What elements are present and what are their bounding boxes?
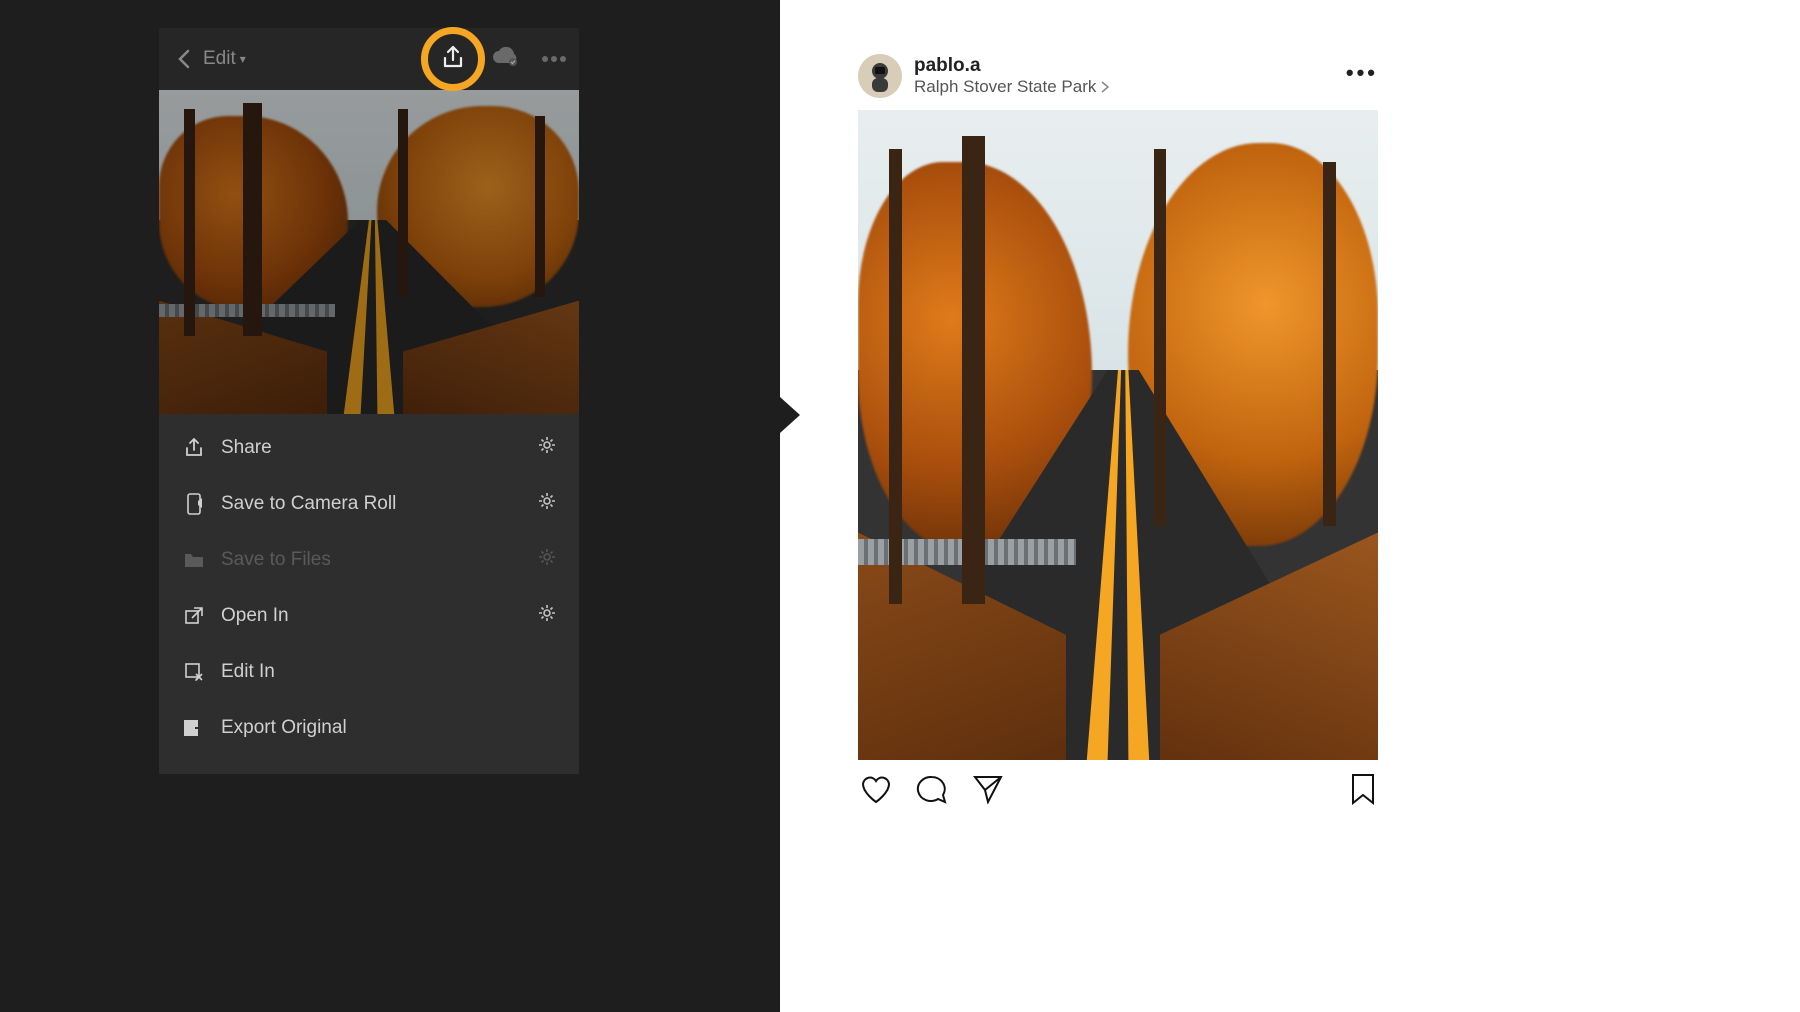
app-header: Edit ▾ (159, 28, 579, 90)
export-icon (181, 719, 207, 737)
like-icon[interactable] (860, 774, 892, 809)
bookmark-icon[interactable] (1350, 773, 1376, 810)
menu-item-label: Open In (221, 605, 289, 627)
folder-icon (181, 551, 207, 569)
menu-item-label: Save to Camera Roll (221, 493, 396, 515)
menu-item-open-in[interactable]: Open In (159, 588, 579, 644)
gear-icon[interactable] (537, 603, 557, 629)
back-icon[interactable] (173, 48, 195, 70)
location[interactable]: Ralph Stover State Park (914, 77, 1110, 97)
gear-icon[interactable] (537, 435, 557, 461)
caret-down-icon: ▾ (240, 52, 246, 66)
header-actions (491, 28, 567, 90)
post-image[interactable] (858, 110, 1378, 760)
share-menu: Share Save to Camera Roll Save to File (159, 414, 579, 774)
post-author-block: pablo.a Ralph Stover State Park (914, 55, 1110, 97)
menu-item-save-camera-roll[interactable]: Save to Camera Roll (159, 476, 579, 532)
instagram-post: pablo.a Ralph Stover State Park ••• (858, 50, 1378, 809)
mode-label: Edit (203, 48, 236, 70)
photo-preview (159, 90, 579, 414)
send-icon[interactable] (972, 774, 1004, 809)
more-icon[interactable] (541, 50, 567, 68)
location-label: Ralph Stover State Park (914, 77, 1096, 97)
share-icon (441, 45, 465, 74)
edit-in-icon (181, 662, 207, 682)
lightroom-panel: Edit ▾ (0, 0, 780, 1012)
menu-item-label: Save to Files (221, 549, 331, 571)
menu-item-label: Edit In (221, 661, 275, 683)
menu-item-save-files: Save to Files (159, 532, 579, 588)
menu-item-export-original[interactable]: Export Original (159, 700, 579, 756)
gear-icon[interactable] (537, 491, 557, 517)
gear-icon (537, 547, 557, 573)
post-actions (858, 760, 1378, 809)
mode-dropdown[interactable]: Edit ▾ (203, 48, 246, 70)
cloud-sync-icon[interactable] (491, 47, 519, 72)
share-button-highlight[interactable] (421, 27, 485, 91)
comment-icon[interactable] (916, 774, 948, 809)
device-icon (181, 493, 207, 515)
menu-item-label: Share (221, 437, 272, 459)
menu-item-edit-in[interactable]: Edit In (159, 644, 579, 700)
open-in-icon (181, 606, 207, 626)
menu-item-label: Export Original (221, 717, 347, 739)
username[interactable]: pablo.a (914, 55, 1110, 77)
avatar[interactable] (858, 54, 902, 98)
instagram-panel: pablo.a Ralph Stover State Park ••• (780, 0, 1500, 1012)
share-icon (181, 438, 207, 458)
post-more-icon[interactable]: ••• (1346, 60, 1378, 86)
transition-arrow-icon (750, 370, 800, 460)
post-header: pablo.a Ralph Stover State Park ••• (858, 50, 1378, 110)
phone-frame: Edit ▾ (159, 28, 579, 774)
menu-item-share[interactable]: Share (159, 420, 579, 476)
